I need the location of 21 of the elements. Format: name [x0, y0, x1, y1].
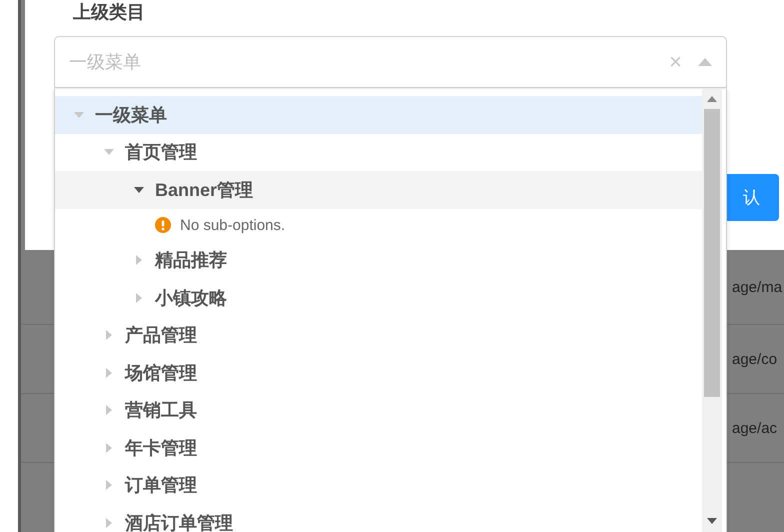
tree-option[interactable]: 订单管理: [55, 466, 703, 504]
empty-message: No sub-options.: [180, 216, 286, 234]
tree-option[interactable]: 酒店订单管理: [55, 504, 703, 532]
caret-up-icon[interactable]: [698, 58, 712, 66]
tree-option[interactable]: 营销工具: [55, 392, 703, 429]
tree-option[interactable]: 年卡管理: [55, 429, 703, 466]
warning-icon: [155, 217, 171, 233]
scroll-down-icon[interactable]: [707, 518, 717, 524]
table-cell-text: age/co: [732, 350, 778, 368]
scrollbar[interactable]: [702, 89, 722, 532]
tree-option[interactable]: 产品管理: [55, 316, 703, 354]
tree-option[interactable]: 精品推荐: [55, 242, 703, 279]
scroll-up-icon[interactable]: [707, 96, 717, 102]
tree-option[interactable]: 一级菜单: [55, 96, 703, 134]
table-cell-text: age/ma: [732, 278, 784, 296]
table-cell-text: age/ac: [732, 420, 778, 436]
tree-option[interactable]: Banner管理: [55, 171, 703, 208]
tree-option[interactable]: 场馆管理: [55, 354, 703, 392]
field-label: 上级类目: [73, 1, 145, 24]
tree-option[interactable]: 首页管理: [55, 134, 703, 171]
tree-option[interactable]: 小镇攻略: [55, 279, 703, 316]
